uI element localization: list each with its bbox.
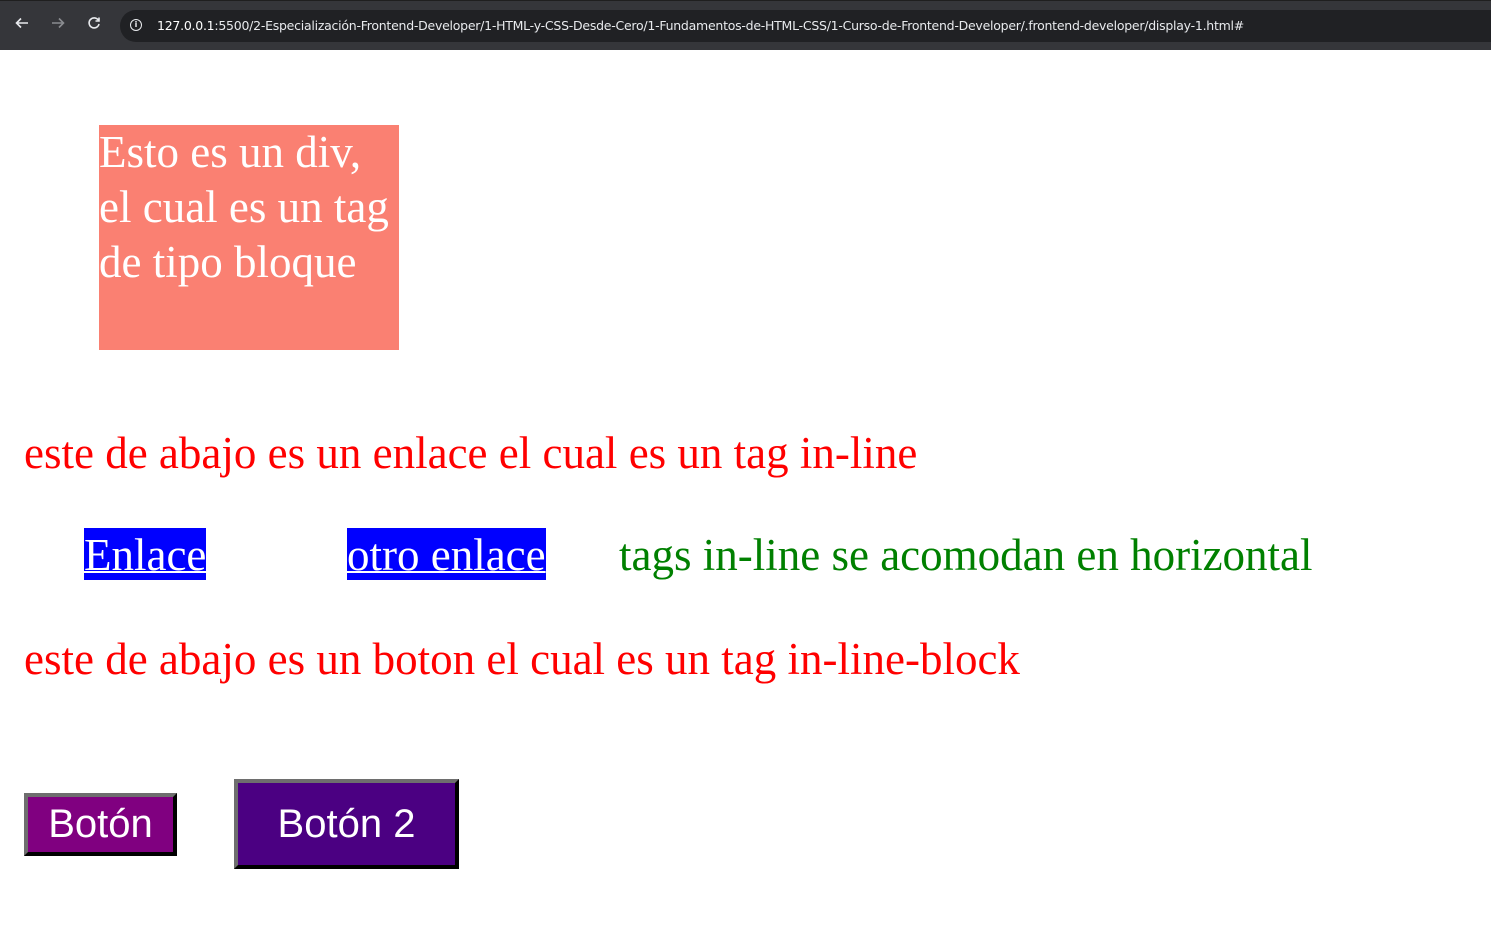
enlace-link[interactable]: Enlace [84,528,207,580]
inline-block-heading: este de abajo es un boton el cual es un … [24,634,1020,684]
otro-enlace-link[interactable]: otro enlace [347,528,546,580]
browser-toolbar: i 127.0.0.1:5500/2-Especialización-Front… [0,0,1491,50]
info-icon[interactable]: i [130,19,142,31]
boton-button[interactable]: Botón [24,793,177,856]
boton-2-button[interactable]: Botón 2 [234,779,459,869]
inline-note: tags in-line se acomodan en horizontal [619,530,1313,580]
url-host: 127.0.0.1 [157,18,215,33]
forward-button[interactable] [47,14,69,36]
reload-button[interactable] [83,14,105,36]
block-div: Esto es un div, el cual es un tag de tip… [99,125,399,350]
inline-heading: este de abajo es un enlace el cual es un… [24,428,918,478]
url-text[interactable]: 127.0.0.1:5500/2-Especialización-Fronten… [157,10,1244,42]
arrow-right-icon [51,14,65,36]
reload-icon [87,14,101,36]
address-bar[interactable]: i 127.0.0.1:5500/2-Especialización-Front… [120,10,1491,42]
back-button[interactable] [11,14,33,36]
url-path: :5500/2-Especialización-Frontend-Develop… [214,18,1244,33]
arrow-left-icon [15,14,29,36]
